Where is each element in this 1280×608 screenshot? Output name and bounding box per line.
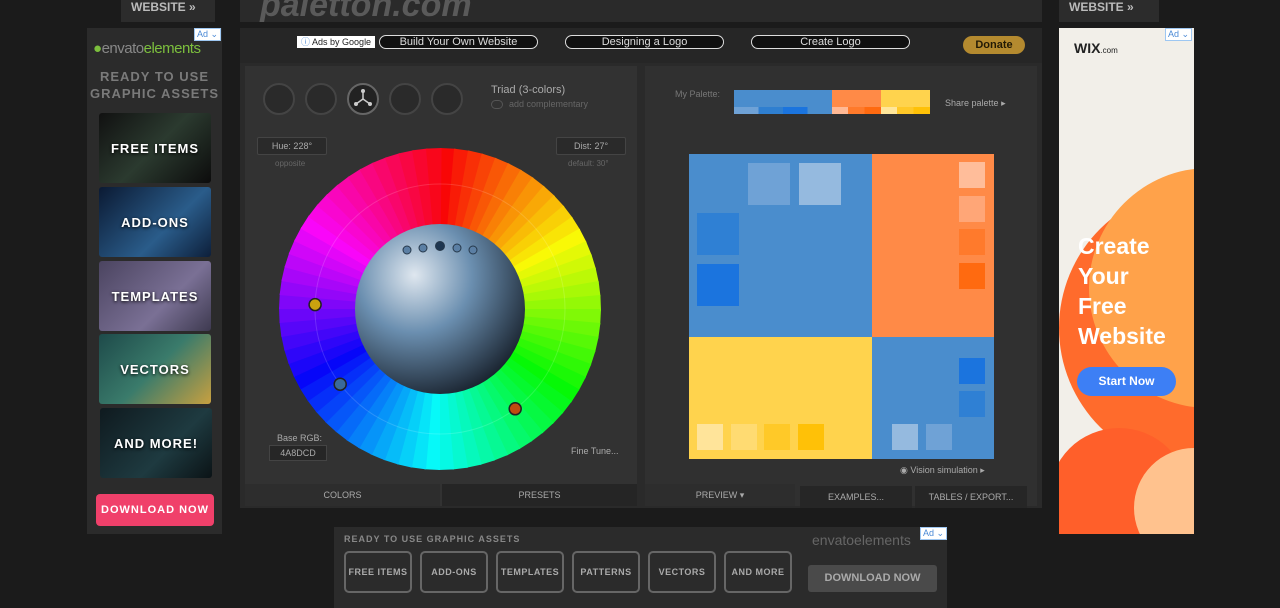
bottom-ad-banner[interactable]: Ad ⌄ READY TO USE GRAPHIC ASSETS envatoe… — [334, 527, 947, 608]
bottom-ad-headline: READY TO USE GRAPHIC ASSETS — [344, 534, 521, 544]
tertiary-handle — [308, 297, 322, 312]
triad-icon[interactable] — [347, 83, 379, 115]
info-icon: ⓘ — [301, 37, 311, 47]
ad-choices-badge[interactable]: Ad ⌄ — [1165, 28, 1192, 41]
tab-examples[interactable]: EXAMPLES... — [800, 486, 912, 508]
envato-logo: ●envatoelements — [93, 40, 201, 57]
preview-primary-block — [689, 154, 872, 337]
tile-free-items[interactable]: FREE ITEMS — [99, 113, 211, 183]
tetrad-icon[interactable] — [389, 83, 421, 115]
leaf-icon: ● — [93, 40, 102, 57]
wix-headline: Create Your Free Website — [1078, 233, 1166, 349]
tab-colors[interactable]: COLORS — [245, 484, 440, 506]
cat-vectors[interactable]: VECTORS — [648, 551, 716, 593]
tile-templates[interactable]: TEMPLATES — [99, 261, 211, 331]
left-ad-banner[interactable]: Ad ⌄ ●envatoelements READY TO USE GRAPHI… — [87, 28, 222, 534]
site-logo[interactable]: paletton.com — [240, 0, 1042, 22]
paletton-app: ⓘ Ads by Google Build Your Own Website D… — [240, 28, 1042, 508]
top-website-link-right[interactable]: WEBSITE » — [1059, 0, 1159, 22]
wix-logo: WIX.com — [1074, 40, 1118, 56]
cat-free-items[interactable]: FREE ITEMS — [344, 551, 412, 593]
preview-tertiary-block — [689, 337, 872, 459]
top-website-link-left[interactable]: WEBSITE » — [121, 0, 215, 22]
cat-templates[interactable]: TEMPLATES — [496, 551, 564, 593]
ad-link-designing-logo[interactable]: Designing a Logo — [565, 35, 724, 49]
caret-right-icon: ▸ — [980, 465, 985, 475]
shade-handle — [418, 243, 428, 253]
ads-by-google[interactable]: ⓘ Ads by Google — [297, 36, 376, 48]
tab-presets[interactable]: PRESETS — [442, 484, 637, 506]
base-rgb-input[interactable]: 4A8DCD — [269, 445, 327, 461]
right-ad-banner[interactable]: Ad ⌄ WIX.com Create Your Free Website St… — [1059, 28, 1194, 534]
caret-right-icon: ▸ — [1001, 98, 1006, 108]
adjacent-icon[interactable] — [305, 83, 337, 115]
primary-handle — [333, 377, 347, 391]
shade-handle — [402, 245, 412, 255]
base-rgb-label: Base RGB: — [277, 433, 323, 443]
cat-patterns[interactable]: PATTERNS — [572, 551, 640, 593]
ads-bar: ⓘ Ads by Google Build Your Own Website D… — [240, 28, 1042, 63]
tab-preview[interactable]: PREVIEW ▾ — [645, 484, 795, 506]
color-wheel-panel: Triad (3-colors) add complementary Hue: … — [245, 66, 637, 506]
logo-text: paletton.com — [260, 0, 472, 22]
share-palette-button[interactable]: Share palette ▸ — [945, 98, 1006, 109]
preview-secondary-block — [872, 154, 994, 337]
donate-button[interactable]: Donate — [963, 36, 1025, 54]
shade-handle — [452, 243, 462, 253]
palette-preview — [689, 154, 994, 459]
toggle-icon — [491, 100, 503, 110]
preview-panel: My Palette: Share palette ▸ ◉ Vision sim… — [645, 66, 1037, 508]
caret-down-icon: ▾ — [739, 490, 745, 500]
ad-link-create-logo[interactable]: Create Logo — [751, 35, 910, 49]
palette-tertiary-swatch — [881, 90, 930, 114]
color-wheel[interactable] — [279, 148, 601, 470]
cat-and-more[interactable]: AND MORE — [724, 551, 792, 593]
free-style-icon[interactable] — [431, 83, 463, 115]
secondary-handle — [508, 402, 522, 416]
ad-link-build-website[interactable]: Build Your Own Website — [379, 35, 538, 49]
my-palette-label: My Palette: — [675, 89, 721, 99]
tab-tables-export[interactable]: TABLES / EXPORT... — [915, 486, 1027, 508]
palette-primary-swatch — [734, 90, 832, 114]
top-website-label: WEBSITE » — [131, 0, 196, 14]
tile-and-more[interactable]: AND MORE! — [100, 408, 212, 478]
my-palette-strip[interactable] — [734, 90, 930, 114]
scheme-title: Triad (3-colors) — [491, 84, 566, 96]
vision-simulation-button[interactable]: ◉ Vision simulation ▸ — [900, 465, 985, 476]
preview-primary-small-block — [872, 337, 994, 459]
ad-headline: READY TO USE GRAPHIC ASSETS — [89, 69, 220, 101]
mono-icon[interactable] — [263, 83, 295, 115]
download-now-button[interactable]: DOWNLOAD NOW — [96, 494, 214, 526]
ad-choices-badge[interactable]: Ad ⌄ — [920, 527, 947, 540]
envato-logo: envatoelements — [812, 532, 911, 548]
palette-secondary-swatch — [832, 90, 881, 114]
tile-add-ons[interactable]: ADD-ONS — [99, 187, 211, 257]
shade-handle — [435, 241, 445, 251]
bottom-download-button[interactable]: DOWNLOAD NOW — [808, 565, 937, 592]
shade-handle — [468, 245, 478, 255]
fine-tune-link[interactable]: Fine Tune... — [571, 446, 619, 456]
tile-vectors[interactable]: VECTORS — [99, 334, 211, 404]
start-now-button[interactable]: Start Now — [1077, 367, 1176, 396]
eye-icon: ◉ — [900, 465, 908, 475]
cat-add-ons[interactable]: ADD-ONS — [420, 551, 488, 593]
top-website-label: WEBSITE » — [1069, 0, 1134, 14]
add-complementary-toggle[interactable]: add complementary — [491, 99, 588, 110]
